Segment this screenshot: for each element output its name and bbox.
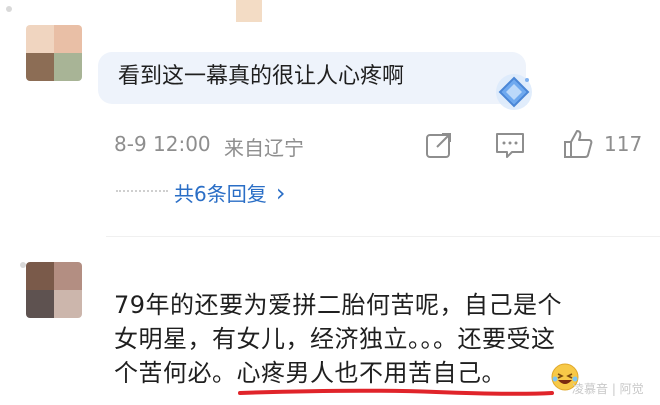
like-count: 117	[604, 132, 643, 156]
highlight-underline	[236, 386, 556, 400]
decorative-dot	[6, 6, 12, 12]
avatar-user2[interactable]	[26, 262, 82, 318]
diamond-emoji-icon	[494, 72, 534, 112]
avatar-user1[interactable]	[26, 25, 82, 81]
replies-label: 共6条回复	[174, 182, 267, 206]
comment-line-1: 79年的还要为爱拼二胎何苦呢，自己是个	[114, 291, 563, 319]
watermark-text: 凌慕音 | 阿觉	[572, 382, 644, 396]
comment-line-3-part-b: 心疼男人也不用苦自己。	[236, 359, 506, 387]
comment-icon[interactable]	[494, 130, 526, 160]
comment-bubble[interactable]: 看到这一幕真的很让人心疼啊	[98, 52, 526, 104]
comment-date: 8-9 12:00	[114, 132, 211, 156]
replies-divider	[116, 190, 168, 192]
comment-text: 看到这一幕真的很让人心疼啊	[118, 64, 405, 89]
chevron-right-icon: ›	[275, 179, 286, 207]
like-button[interactable]: 117	[562, 126, 642, 162]
top-partial-avatar	[236, 0, 262, 22]
comment-separator	[106, 236, 660, 237]
share-icon[interactable]	[424, 130, 454, 160]
comment-line-2: 女明星，有女儿，经济独立。。。还要受这	[114, 325, 556, 353]
comment-location: 来自辽宁	[224, 136, 304, 160]
comment-line-3-part-a: 个苦何必。	[114, 359, 237, 387]
like-icon	[562, 128, 594, 160]
view-replies-link[interactable]: 共6条回复 ›	[174, 178, 285, 207]
